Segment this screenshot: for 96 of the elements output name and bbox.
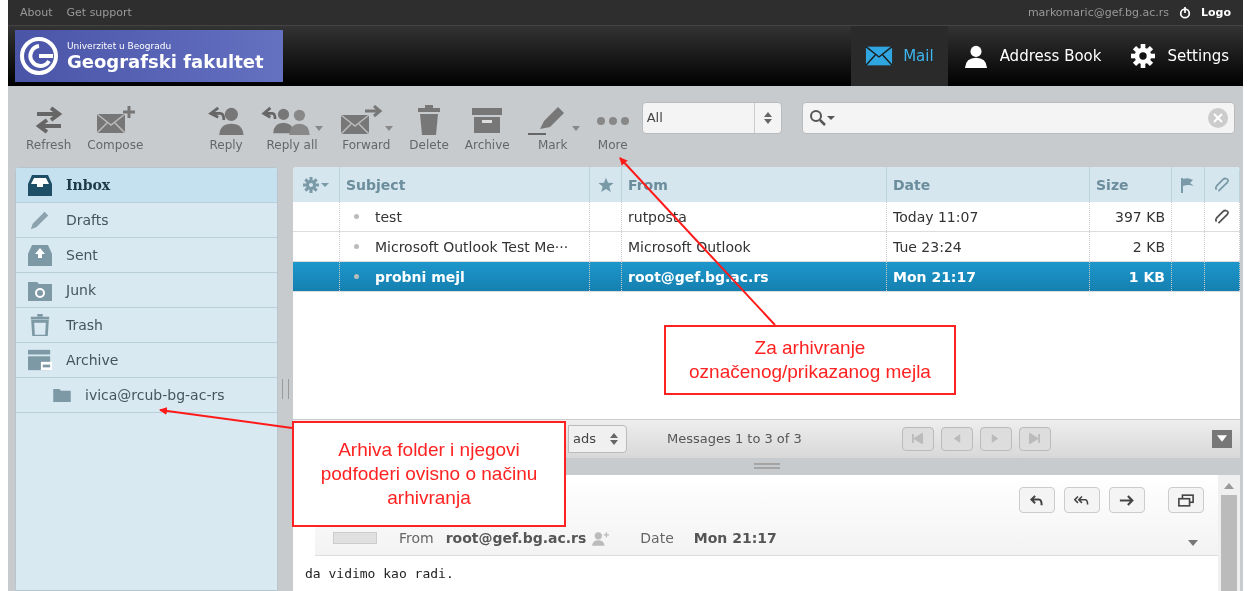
- sender-link[interactable]: root@gef.bg.ac.rs: [445, 530, 587, 546]
- star-icon: [597, 176, 614, 193]
- folder-item[interactable]: Junk: [16, 273, 277, 308]
- folder-item[interactable]: Drafts: [16, 203, 277, 238]
- spinner-icon: [610, 432, 618, 445]
- archive-box-icon: [471, 105, 504, 135]
- splitter-handle[interactable]: [282, 379, 289, 399]
- toolbar-button[interactable]: Mark: [517, 101, 588, 152]
- forward-button[interactable]: [1109, 487, 1145, 513]
- nav-tab[interactable]: Address Book: [947, 26, 1116, 86]
- scrollbar[interactable]: [1218, 475, 1240, 591]
- user-email: markomaric@gef.bg.ac.rs: [1027, 6, 1169, 19]
- toolbar-button[interactable]: Reply: [199, 101, 253, 152]
- nav-tab[interactable]: Settings: [1115, 26, 1243, 86]
- search-icon: [808, 108, 835, 127]
- envelope-icon: [865, 44, 894, 68]
- envelope-arrow-icon: [339, 105, 384, 135]
- scroll-up-icon[interactable]: [1224, 483, 1234, 489]
- university-name: Univerzitet u Beogradu: [67, 40, 173, 51]
- unread-dot-icon: [354, 214, 359, 219]
- reply-all-button[interactable]: [1064, 487, 1100, 513]
- toolbar-button[interactable]: Compose: [79, 101, 152, 152]
- arrow-right-icon: [1119, 493, 1135, 507]
- open-window-button[interactable]: [1168, 487, 1204, 513]
- date-cell: Mon 21:17: [893, 268, 976, 285]
- spinner-icon: [763, 111, 772, 124]
- folder-icon: [53, 388, 71, 402]
- windows-icon: [1178, 493, 1194, 507]
- faculty-name: Geografski fakultet: [67, 50, 264, 72]
- date-label: Date: [640, 530, 674, 546]
- first-page-button[interactable]: [901, 426, 934, 451]
- toolbar-button[interactable]: Reply all: [252, 101, 332, 152]
- envelope-plus-icon: [95, 105, 136, 135]
- subject-cell: test: [375, 208, 402, 225]
- threads-select[interactable]: ads: [568, 424, 627, 453]
- folder-item[interactable]: Inbox: [16, 168, 277, 203]
- previous-icon: [951, 433, 963, 445]
- toolbar-button[interactable]: Delete: [401, 101, 457, 152]
- logout-link[interactable]: Logo: [1201, 6, 1231, 19]
- column-settings-icon[interactable]: [303, 176, 329, 193]
- last-page-button[interactable]: [1018, 426, 1051, 451]
- size-cell: 1 KB: [1128, 268, 1165, 285]
- triangle-down-icon: [1217, 435, 1227, 443]
- from-label: From: [399, 530, 434, 546]
- reply-button[interactable]: [1019, 487, 1055, 513]
- recycle-folder-icon: [28, 279, 52, 301]
- collapse-button[interactable]: [1212, 429, 1232, 448]
- logo-icon: [19, 36, 59, 76]
- gear-icon: [1129, 44, 1158, 68]
- toolbar-button[interactable]: Forward: [331, 101, 402, 152]
- toolbar-button[interactable]: Refresh: [18, 101, 80, 152]
- archive-icon: [28, 349, 52, 371]
- toolbar-button[interactable]: More: [587, 101, 638, 152]
- splitter-handle[interactable]: [753, 463, 780, 470]
- unread-dot-icon: [354, 244, 359, 249]
- reply-all-icon: [1074, 493, 1090, 507]
- nav-tab[interactable]: Mail: [851, 26, 948, 86]
- trash-icon: [416, 105, 443, 135]
- contact-photo: [333, 532, 377, 544]
- folder-item[interactable]: Sent: [16, 238, 277, 273]
- next-page-button[interactable]: [979, 426, 1012, 451]
- trash-icon: [28, 314, 52, 336]
- outbox-icon: [28, 244, 52, 266]
- caret-icon[interactable]: [1188, 540, 1198, 546]
- message-body: da vidimo kao radi.: [304, 565, 455, 583]
- search-field[interactable]: [801, 101, 1235, 134]
- dots-icon: [595, 115, 630, 127]
- filter-select[interactable]: All: [641, 101, 782, 134]
- power-icon: [1179, 6, 1191, 19]
- subject-cell: probni mejl: [375, 268, 465, 285]
- previous-page-button[interactable]: [940, 426, 973, 451]
- top-link[interactable]: About: [20, 6, 53, 19]
- reply-icon: [1029, 493, 1045, 507]
- callout-note: Za arhivranje označenog/prikazanog mejla: [664, 325, 956, 395]
- message-date: Mon 21:17: [693, 530, 777, 546]
- folder-item[interactable]: Trash: [16, 308, 277, 343]
- person-reply-icon: [207, 105, 245, 135]
- last-page-icon: [1029, 433, 1041, 445]
- date-cell: Tue 23:24: [893, 238, 962, 255]
- size-cell: 2 KB: [1132, 238, 1165, 255]
- size-cell: 397 KB: [1115, 208, 1165, 225]
- toolbar-button[interactable]: Archive: [456, 101, 518, 152]
- callout-note: Arhiva folder i njegovi podfoderi ovisno o načinu arhivranja: [292, 421, 566, 527]
- date-cell: Today 11:07: [893, 208, 979, 225]
- add-contact-icon[interactable]: [592, 530, 611, 546]
- unread-dot-icon: [354, 274, 359, 279]
- message-count: Messages 1 to 3 of 3: [667, 431, 802, 447]
- folder-item[interactable]: Archive: [16, 343, 277, 378]
- first-page-icon: [912, 433, 924, 445]
- folder-item[interactable]: ivica@rcub-bg-ac-rs: [16, 378, 277, 413]
- top-link[interactable]: Get support: [66, 6, 132, 19]
- clear-icon[interactable]: [1208, 107, 1228, 128]
- inbox-icon: [28, 174, 52, 196]
- flag-icon: [1180, 176, 1196, 193]
- paperclip-icon: [1214, 176, 1230, 193]
- subject-cell: Microsoft Outlook Test Me···: [375, 238, 569, 255]
